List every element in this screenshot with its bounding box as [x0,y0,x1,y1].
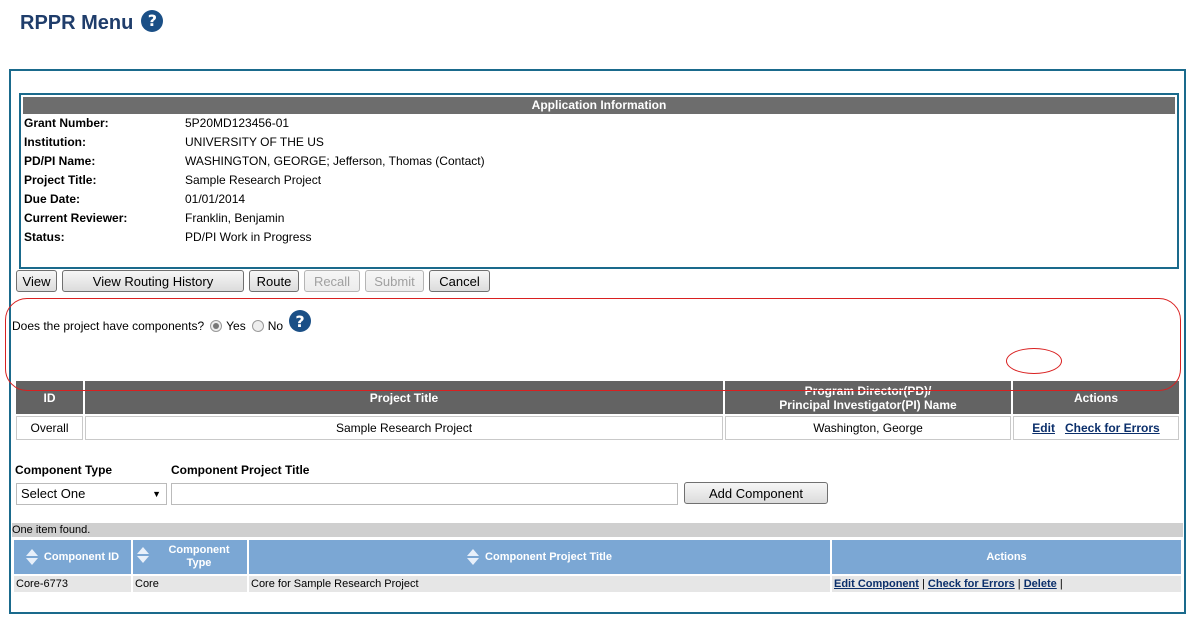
component-project-title-input[interactable] [171,483,678,505]
info-label: Due Date: [24,192,81,206]
help-icon[interactable]: ? [141,9,164,32]
info-value: UNIVERSITY OF THE US [185,135,324,149]
recall-button[interactable]: Recall [304,270,360,292]
chevron-down-icon: ▼ [152,489,161,499]
rppr-menu-panel: Application Information Grant Number: 5P… [9,69,1186,614]
column-header-component-type[interactable]: Component Type [133,540,247,574]
column-header-actions: Actions [1013,381,1179,414]
component-type-select[interactable]: Select One ▼ [16,483,167,505]
components-help-icon[interactable]: ? [289,310,312,332]
info-value: 5P20MD123456-01 [185,116,290,130]
cell-pd-pi-name: Washington, George [725,416,1011,440]
info-value: 01/01/2014 [185,192,246,206]
yes-radio[interactable] [210,320,223,332]
action-toolbar: View View Routing History Route Recall S… [16,270,495,292]
info-label: Current Reviewer: [24,211,128,225]
separator: | [1059,578,1063,590]
component-type-selected: Select One [21,486,86,501]
component-type-label: Component Type [15,463,113,477]
check-for-errors-link[interactable]: Check for Errors [1065,421,1160,435]
cell-component-title: Core for Sample Research Project [249,576,830,592]
edit-component-link[interactable]: Edit Component [834,578,919,590]
info-row-grant-number: Grant Number: 5P20MD123456-01 [23,114,1175,133]
cell-project-title: Sample Research Project [85,416,723,440]
route-button[interactable]: Route [249,270,299,292]
info-row-pdpi-name: PD/PI Name: WASHINGTON, GEORGE; Jefferso… [23,152,1175,171]
header-label: Component ID [43,550,120,563]
page-header: RPPR Menu ? [20,9,164,35]
header-label-line1: Component [168,544,230,556]
table-row: Overall Sample Research Project Washingt… [16,416,1179,440]
info-value: Franklin, Benjamin [185,211,285,225]
cell-id: Overall [16,416,83,440]
table-row: Core-6773 Core Core for Sample Research … [14,576,1181,592]
component-table: Component ID Component Type Component Pr… [12,538,1183,594]
info-row-project-title: Project Title: Sample Research Project [23,171,1175,190]
cell-actions: Edit Check for Errors [1013,416,1179,440]
info-value: PD/PI Work in Progress [185,230,312,244]
info-row-due-date: Due Date: 01/01/2014 [23,190,1175,209]
separator: | [1017,578,1021,590]
header-label-line2: Type [186,557,212,569]
info-label: PD/PI Name: [24,154,96,168]
page-title: RPPR Menu [20,12,134,34]
delete-link[interactable]: Delete [1024,578,1057,590]
sort-icon [25,549,38,565]
info-label: Status: [24,230,65,244]
results-count: One item found. [12,523,1183,537]
info-value: Sample Research Project [185,173,322,187]
cell-component-id: Core-6773 [14,576,131,592]
yes-radio-label: Yes [226,319,246,333]
cell-actions: Edit Component | Check for Errors | Dele… [832,576,1181,592]
add-component-button[interactable]: Add Component [684,482,828,504]
column-header-project-title: Project Title [85,381,723,414]
pd-header-line2: Principal Investigator(PI) Name [779,397,957,412]
sort-icon [137,547,149,563]
check-for-errors-link[interactable]: Check for Errors [928,578,1015,590]
column-header-pd-pi-name: Program Director(PD)/ Principal Investig… [725,381,1011,414]
components-question: Does the project have components? Yes No… [12,310,312,333]
column-header-id: ID [16,381,83,414]
info-label: Institution: [24,135,86,149]
header-label: Component Project Title [485,550,612,563]
no-radio[interactable] [251,320,264,332]
info-row-institution: Institution: UNIVERSITY OF THE US [23,133,1175,152]
no-radio-label: No [267,319,284,333]
pd-header-line1: Program Director(PD)/ [804,383,932,398]
view-routing-history-button[interactable]: View Routing History [62,270,244,292]
sort-icon [467,549,480,565]
cancel-button[interactable]: Cancel [429,270,490,292]
info-row-current-reviewer: Current Reviewer: Franklin, Benjamin [23,209,1175,228]
separator: | [922,578,925,590]
project-table: ID Project Title Program Director(PD)/ P… [14,379,1181,442]
column-header-actions: Actions [832,540,1181,574]
column-header-component-id[interactable]: Component ID [14,540,131,574]
info-value: WASHINGTON, GEORGE; Jefferson, Thomas (C… [185,154,485,168]
component-project-title-label: Component Project Title [171,463,310,477]
info-row-status: Status: PD/PI Work in Progress [23,228,1175,247]
info-label: Grant Number: [24,116,109,130]
info-label: Project Title: [24,173,97,187]
edit-link[interactable]: Edit [1032,421,1055,435]
cell-component-type: Core [133,576,247,592]
application-information-header: Application Information [23,97,1175,114]
view-button[interactable]: View [16,270,57,292]
components-question-text: Does the project have components? [12,319,205,333]
column-header-component-project-title[interactable]: Component Project Title [249,540,830,574]
application-information-box: Application Information Grant Number: 5P… [19,93,1179,269]
submit-button[interactable]: Submit [365,270,424,292]
